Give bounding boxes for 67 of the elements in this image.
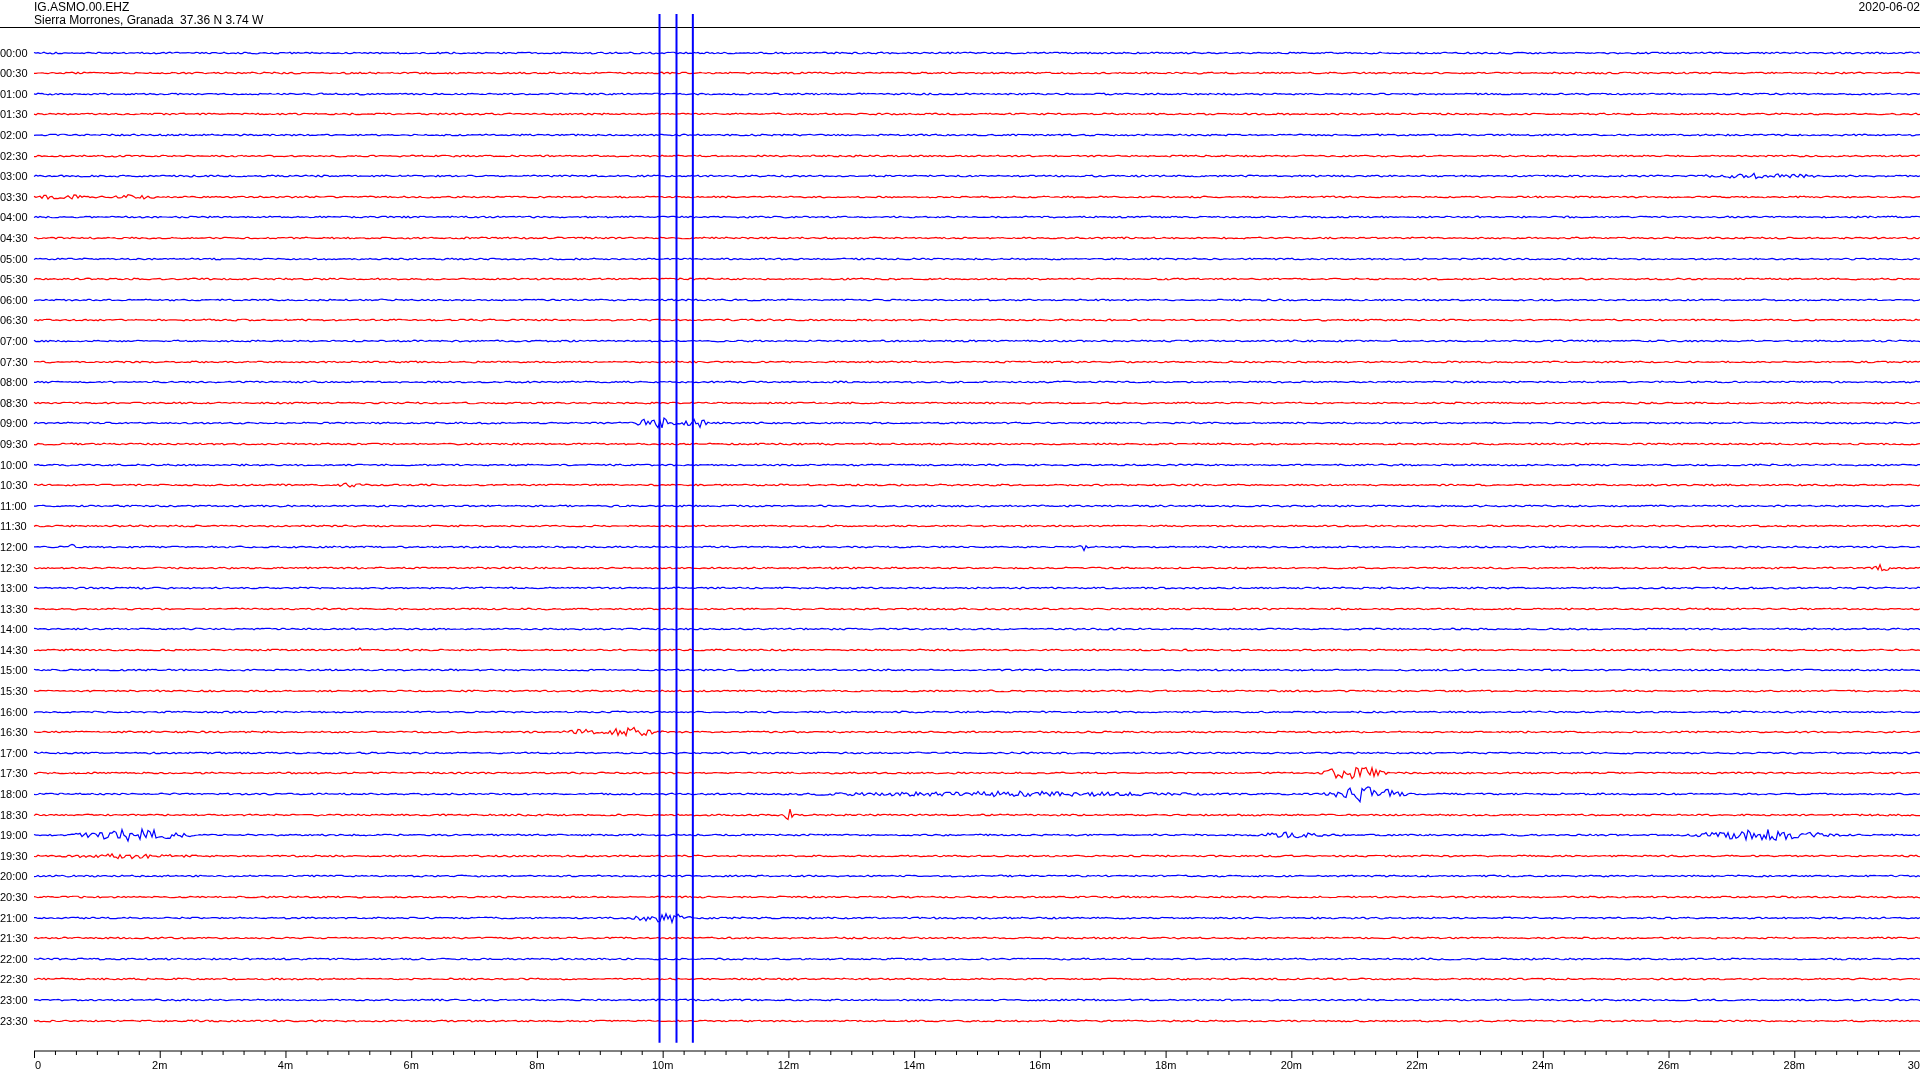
row-time-label: 11:30 [0,520,28,533]
row-time-label: 00:00 [0,46,29,59]
axis-tick-label: 18m [1154,1059,1177,1071]
station-location: Sierra Morrones, Granada 37.36 N 3.74 W [34,14,264,27]
row-time-label: 01:00 [0,87,29,100]
row-time-label: 19:00 [0,829,29,842]
row-time-label: 07:00 [0,334,29,347]
row-time-label: 01:30 [0,108,29,121]
row-time-label: 03:30 [0,190,29,203]
axis-tick-label: 6m [403,1059,419,1071]
row-time-label: 14:00 [0,623,29,636]
row-time-label: 11:00 [0,499,28,512]
axis-tick-label: 16m [1029,1059,1051,1071]
axis-tick-label: 8m [529,1059,545,1071]
row-time-label: 10:30 [0,479,29,492]
row-time-label: 20:00 [0,870,29,883]
row-time-label: 12:30 [0,561,29,574]
row-time-label: 23:00 [0,993,29,1006]
row-time-label: 17:00 [0,746,29,759]
row-time-label: 07:30 [0,355,29,368]
row-time-label: 00:30 [0,67,29,80]
row-time-label: 20:30 [0,891,29,903]
row-time-label: 03:00 [0,170,29,183]
station-code: IG.ASMO.00.EHZ [34,1,131,14]
row-time-label: 12:00 [0,540,29,553]
row-time-label: 18:00 [0,788,29,801]
row-time-label: 16:30 [0,726,29,739]
row-time-label: 05:00 [0,252,29,265]
axis-tick-label: 14m [903,1059,925,1071]
axis-tick-label: 2m [152,1059,168,1071]
date-label: 2020-06-02 [1858,1,1920,16]
axis-tick-label: 24m [1532,1059,1554,1071]
row-time-label: 06:30 [0,314,29,327]
row-time-label: 22:30 [0,973,29,986]
axis-tick-label: 20m [1280,1059,1303,1071]
row-time-label: 09:00 [0,417,29,430]
row-time-label: 16:00 [0,705,29,718]
row-time-label: 15:00 [0,664,29,677]
row-time-label: 09:30 [0,437,29,450]
row-time-label: 21:30 [0,932,29,945]
axis-tick-label: 12m [777,1059,800,1071]
row-time-label: 06:00 [0,293,29,306]
axis-tick-label: 26m [1657,1059,1680,1071]
axis-tick-label: 10m [651,1059,674,1071]
row-time-label: 22:00 [0,952,29,965]
row-time-label: 19:30 [0,849,29,862]
row-time-label: 10:00 [0,458,29,471]
axis-tick-label: 4m [277,1059,294,1071]
axis-tick-label: 28m [1783,1059,1805,1071]
row-time-label: 17:30 [0,767,29,780]
row-time-label: 08:00 [0,376,29,389]
row-time-label: 04:30 [0,232,29,244]
row-time-label: 23:30 [0,1014,29,1027]
axis-tick-label: 0 [34,1059,42,1071]
row-time-label: 18:30 [0,808,29,821]
row-time-label: 04:00 [0,211,29,224]
axis-tick-label: 22m [1406,1059,1428,1071]
row-time-label: 15:30 [0,685,29,698]
row-time-label: 13:30 [0,602,29,615]
row-time-label: 21:00 [0,911,29,924]
axis-tick-label: 30 [1907,1059,1920,1071]
row-time-label: 14:30 [0,643,29,656]
row-time-label: 02:30 [0,149,29,162]
row-time-label: 02:00 [0,129,29,142]
row-time-label: 13:00 [0,582,29,595]
row-time-label: 08:30 [0,396,29,409]
row-time-label: 05:30 [0,273,29,286]
